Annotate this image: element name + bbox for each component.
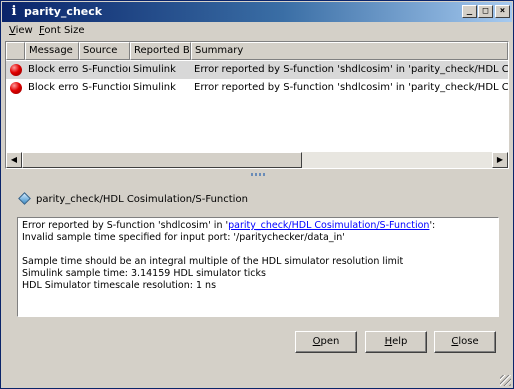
horizontal-scrollbar[interactable]: ◀ ▶	[6, 152, 508, 168]
cell-summary: Error reported by S-function 'shdlcosim'…	[194, 82, 508, 93]
window-title: parity_check	[24, 5, 103, 18]
scrollbar-thumb[interactable]	[22, 152, 302, 168]
minimize-button[interactable]: _	[462, 5, 477, 18]
detail-block-path: parity_check/HDL Cosimulation/S-Function	[36, 194, 248, 205]
title-bar[interactable]: i parity_check _ □ ×	[2, 2, 512, 22]
cell-reported-by: Simulink	[133, 64, 176, 75]
pane-splitter[interactable]	[5, 171, 509, 179]
menu-bar: View Font Size	[2, 23, 512, 39]
message-line: Invalid sample time specified for input …	[22, 232, 345, 243]
message-line: Simulink sample time: 3.14159 HDL simula…	[22, 268, 266, 279]
menu-view[interactable]: View	[9, 25, 33, 37]
cell-message: Block error	[28, 82, 79, 93]
column-header-icon[interactable]	[6, 42, 25, 60]
open-button[interactable]: Open	[295, 331, 357, 353]
table-row[interactable]: Block error S-Function Simulink Error re…	[6, 79, 508, 97]
column-header-reported-by[interactable]: Reported By	[130, 42, 191, 60]
cell-summary: Error reported by S-function 'shdlcosim'…	[194, 64, 508, 75]
table-header: Message Source Reported By Summary	[6, 42, 508, 60]
cell-source: S-Function	[82, 82, 130, 93]
help-button[interactable]: Help	[365, 331, 427, 353]
message-line: Sample time should be an integral multip…	[22, 256, 404, 267]
error-icon	[10, 82, 22, 94]
table-row[interactable]: Block error S-Function Simulink Error re…	[6, 61, 508, 79]
cell-message: Block error	[28, 64, 79, 75]
cell-source: S-Function	[82, 64, 130, 75]
column-header-source[interactable]: Source	[79, 42, 130, 60]
error-icon	[10, 64, 22, 76]
block-diamond-icon	[18, 192, 31, 205]
diagnostics-table: Message Source Reported By Summary Block…	[5, 41, 509, 169]
splitter-grip-icon[interactable]	[251, 173, 267, 176]
resize-grip-icon[interactable]	[500, 375, 511, 386]
message-details: Error reported by S-function 'shdlcosim'…	[17, 217, 499, 317]
diagnostic-viewer-window: i parity_check _ □ × View Font Size Mess…	[0, 0, 514, 389]
maximize-button[interactable]: □	[478, 5, 493, 18]
column-header-message[interactable]: Message	[25, 42, 79, 60]
scroll-left-icon[interactable]: ◀	[6, 152, 22, 168]
scroll-right-icon[interactable]: ▶	[492, 152, 508, 168]
column-header-summary[interactable]: Summary	[191, 42, 508, 60]
cell-reported-by: Simulink	[133, 82, 176, 93]
message-line: HDL Simulator timescale resolution: 1 ns	[22, 280, 217, 291]
close-window-button[interactable]: ×	[495, 5, 510, 18]
menu-font-size[interactable]: Font Size	[39, 25, 85, 37]
close-button[interactable]: Close	[434, 331, 496, 353]
info-icon: i	[11, 4, 17, 19]
block-path-link[interactable]: parity_check/HDL Cosimulation/S-Function	[228, 220, 429, 231]
message-line: Error reported by S-function 'shdlcosim'…	[22, 220, 436, 231]
